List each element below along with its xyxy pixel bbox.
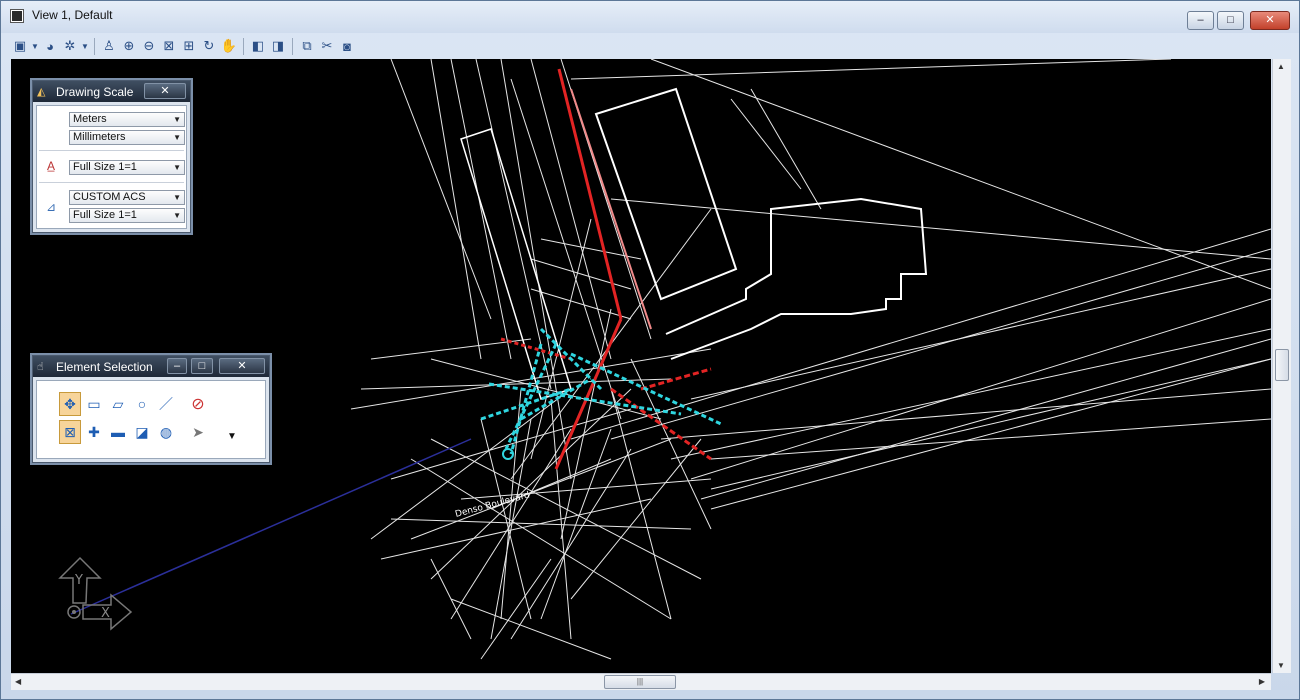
red-centerline	[500, 68, 712, 470]
chevron-down-icon: ▼	[173, 193, 181, 202]
element-selection-body: ✥ ▭ ▱ ○ ／ ⊠ ✚ ▬ ◪ ◍ ⊘ ➤ ▼	[36, 380, 266, 459]
element-selection-minimize-button[interactable]: –	[167, 358, 187, 374]
block-select-icon[interactable]: ▭	[83, 392, 105, 416]
view-toggles-icon[interactable]: ⧉	[298, 37, 316, 55]
more-options-icon[interactable]: ▼	[227, 431, 237, 442]
scroll-right-icon[interactable]: ▶	[1259, 677, 1265, 686]
element-selection-close-button[interactable]: ✕	[219, 358, 265, 374]
previous-view-icon[interactable]: ◧	[249, 37, 267, 55]
master-units-select[interactable]: Meters ▼	[69, 112, 185, 127]
toggle-select-icon[interactable]: ⊠	[59, 420, 81, 444]
scroll-left-icon[interactable]: ◀	[15, 677, 21, 686]
dropdown-icon[interactable]: ▼	[31, 37, 39, 55]
zoom-out-icon[interactable]: ⊖	[140, 37, 158, 55]
chevron-down-icon: ▼	[173, 211, 181, 220]
rotate-view-icon[interactable]: ↻	[200, 37, 218, 55]
toolbar-separator	[94, 37, 95, 55]
maximize-button[interactable]: □	[1217, 11, 1244, 30]
dropdown-icon[interactable]: ▼	[81, 37, 89, 55]
update-view-icon[interactable]: ♙	[100, 37, 118, 55]
drawing-scale-dialog: ◭ Drawing Scale ✕ Meters ▼ Millimeters ▼ A…	[32, 80, 191, 233]
blue-reference-line	[70, 438, 472, 615]
view-axis-triad: Y X	[58, 556, 133, 631]
title-bar[interactable]: View 1, Default – □ ✕	[1, 1, 1299, 33]
chevron-down-icon: ▼	[173, 115, 181, 124]
close-button[interactable]: ✕	[1250, 11, 1290, 30]
annotation-scale-value: Full Size 1=1	[73, 161, 137, 173]
drawing-scale-body: Meters ▼ Millimeters ▼ A̲ Full Size 1=1 ▼ ⊿…	[36, 105, 187, 229]
sub-units-select[interactable]: Millimeters ▼	[69, 130, 185, 145]
global-select-icon[interactable]: ◍	[155, 420, 177, 444]
survey-linework	[350, 59, 1271, 660]
element-select-icon[interactable]: ✥	[59, 392, 81, 416]
fit-view-icon[interactable]: ⊞	[180, 37, 198, 55]
clip-volume-icon[interactable]: ✂	[318, 37, 336, 55]
acs-icon: ⊿	[45, 200, 57, 214]
annotation-scale-icon: A̲	[46, 159, 55, 173]
select-pointer-icon[interactable]: ➤	[187, 420, 209, 444]
element-selection-title: Element Selection	[56, 360, 153, 374]
scroll-up-icon[interactable]: ▲	[1277, 62, 1285, 71]
view-window: View 1, Default – □ ✕ ▣ ▼ ◕ ✲ ▼ ♙ ⊕ ⊖ ⊠ …	[0, 0, 1300, 700]
invert-select-icon[interactable]: ◪	[131, 420, 153, 444]
clear-selection-icon[interactable]: ⊘	[187, 392, 209, 416]
view-window-icon	[11, 10, 23, 22]
toolbar-separator	[292, 37, 293, 55]
view-attributes-icon[interactable]: ▣	[11, 37, 29, 55]
window-title: View 1, Default	[32, 8, 113, 22]
camera-icon[interactable]: ◙	[338, 37, 356, 55]
street-label: Denso Boulevard	[454, 490, 531, 520]
element-selection-icon: ☝	[37, 361, 44, 373]
vertical-scrollbar[interactable]: ▲ ▼	[1272, 59, 1291, 673]
element-selection-maximize-button[interactable]: □	[191, 358, 213, 374]
shape-select-icon[interactable]: ▱	[107, 392, 129, 416]
chevron-down-icon: ▼	[173, 133, 181, 142]
drawing-scale-close-button[interactable]: ✕	[144, 83, 186, 99]
drawing-scale-title: Drawing Scale	[56, 85, 134, 99]
toolbar-separator	[243, 37, 244, 55]
element-selection-dialog: ☝ Element Selection – □ ✕ ✥ ▭ ▱ ○ ／ ⊠ ✚ …	[32, 355, 270, 463]
add-select-icon[interactable]: ✚	[83, 420, 105, 444]
chevron-down-icon: ▼	[173, 163, 181, 172]
sub-units-value: Millimeters	[73, 131, 126, 143]
vertical-scroll-thumb[interactable]	[1275, 349, 1289, 381]
pan-view-icon[interactable]: ✋	[220, 37, 238, 55]
display-style-icon[interactable]: ◕	[41, 37, 59, 55]
annotation-scale-select[interactable]: Full Size 1=1 ▼	[69, 160, 185, 175]
minimize-button[interactable]: –	[1187, 11, 1214, 30]
view-toolbar: ▣ ▼ ◕ ✲ ▼ ♙ ⊕ ⊖ ⊠ ⊞ ↻ ✋ ◧ ◨ ⧉ ✂ ◙	[11, 35, 356, 57]
window-area-icon[interactable]: ⊠	[160, 37, 178, 55]
acs-select[interactable]: CUSTOM ACS ▼	[69, 190, 185, 205]
drawing-scale-icon: ◭	[37, 86, 46, 98]
drawing-scale-titlebar[interactable]: ◭ Drawing Scale ✕	[33, 81, 190, 102]
element-selection-titlebar[interactable]: ☝ Element Selection – □ ✕	[33, 356, 269, 377]
acs-scale-value: Full Size 1=1	[73, 209, 137, 221]
selection-tools-grid: ✥ ▭ ▱ ○ ／ ⊠ ✚ ▬ ◪ ◍	[59, 392, 177, 446]
divider	[39, 182, 184, 183]
x-axis-label: X	[101, 606, 110, 621]
acs-scale-select[interactable]: Full Size 1=1 ▼	[69, 208, 185, 223]
horizontal-scroll-thumb[interactable]: |||	[604, 675, 676, 689]
horizontal-scrollbar[interactable]: ◀ ||| ▶	[11, 673, 1271, 690]
circle-select-icon[interactable]: ○	[131, 392, 153, 416]
y-axis-label: Y	[74, 573, 83, 588]
master-units-value: Meters	[73, 113, 107, 125]
zoom-in-icon[interactable]: ⊕	[120, 37, 138, 55]
lighting-icon[interactable]: ✲	[61, 37, 79, 55]
acs-value: CUSTOM ACS	[73, 191, 146, 203]
line-select-icon[interactable]: ／	[155, 392, 177, 416]
divider	[39, 150, 184, 151]
next-view-icon[interactable]: ◨	[269, 37, 287, 55]
scroll-down-icon[interactable]: ▼	[1277, 661, 1285, 670]
subtract-select-icon[interactable]: ▬	[107, 420, 129, 444]
